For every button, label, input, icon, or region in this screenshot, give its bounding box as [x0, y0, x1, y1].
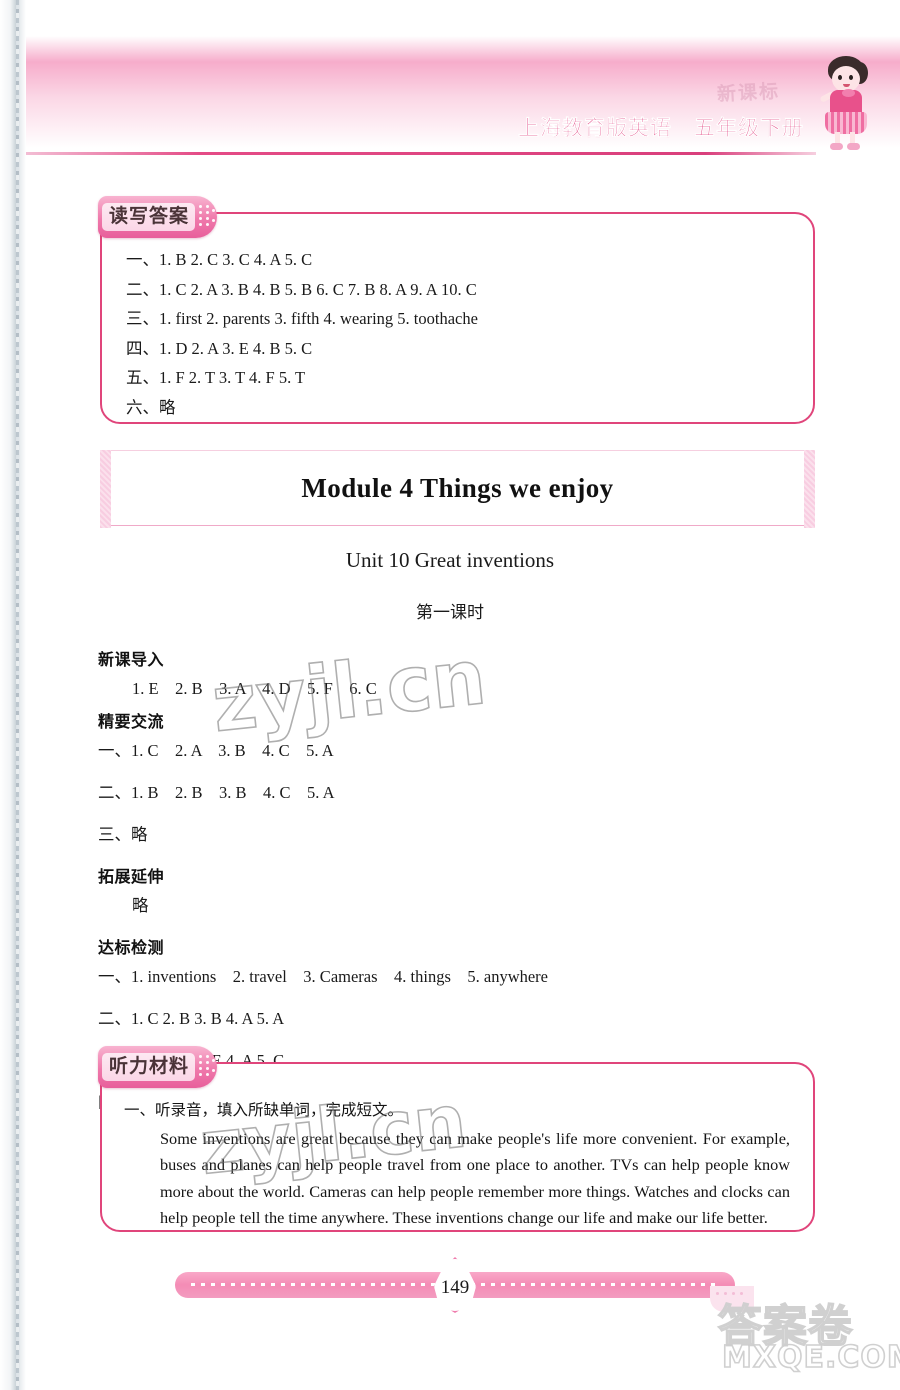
- answer-line: 二、1. B 2. B 3. B 4. C 5. A: [98, 783, 335, 802]
- answer-line: 六、略: [126, 397, 176, 417]
- lesson-title: 第一课时: [416, 603, 484, 623]
- answer-line: 二、1. C 2. A 3. B 4. B 5. B 6. C 7. B 8. …: [126, 279, 477, 299]
- section-heading: 新课导入: [98, 650, 165, 669]
- answer-line: 二、1. C 2. B 3. B 4. A 5. A: [98, 1009, 285, 1028]
- unit-title: Unit 10 Great inventions: [345, 548, 555, 572]
- page-title: 上海教育版英语 五年级下册: [518, 116, 804, 140]
- listening-passage: Some inventions are great because they c…: [160, 1129, 790, 1228]
- corner-dot-decoration: [710, 1286, 754, 1312]
- section-heading: 达标检测: [98, 938, 165, 957]
- corner-watermark-domain: MXQE.COM: [721, 1339, 900, 1376]
- section-heading: 拓展延伸: [98, 867, 165, 886]
- section-heading: 精要交流: [98, 712, 165, 731]
- answer-line: 四、1. D 2. A 3. E 4. B 5. C: [126, 338, 313, 358]
- answer-line: 一、1. inventions 2. travel 3. Cameras 4. …: [98, 967, 549, 986]
- badge-dots-icon: [195, 1046, 217, 1088]
- header-divider-rule: [26, 152, 816, 155]
- listening-question: 一、听录音，填入所缺单词，完成短文。: [124, 1101, 404, 1119]
- answer-line: 1. E 2. B 3. A 4. D 5. F 6. C: [132, 679, 377, 698]
- mascot-girl-icon: [812, 48, 882, 153]
- listening-material-badge-label: 听力材料: [102, 1052, 196, 1082]
- badge-dots-icon: [195, 196, 217, 238]
- answer-line: 三、略: [98, 825, 148, 844]
- reading-answers-panel: 一、1. B 2. C 3. C 4. A 5. C 二、1. C 2. A 3…: [100, 212, 815, 424]
- listening-material-badge: 听力材料: [98, 1046, 218, 1088]
- module-banner: Module 4 Things we enjoy: [100, 450, 815, 528]
- answer-line: 一、1. C 2. A 3. B 4. C 5. A: [98, 741, 334, 760]
- page-torn-edge: [0, 0, 26, 1390]
- answer-line: 一、1. B 2. C 3. C 4. A 5. C: [126, 250, 313, 269]
- reading-answers-badge-label: 读写答案: [102, 202, 196, 232]
- reading-answers-badge: 读写答案: [98, 196, 218, 238]
- module-title: Module 4 Things we enjoy: [301, 473, 614, 503]
- page-number: 149: [440, 1277, 470, 1298]
- answer-line: 三、1. first 2. parents 3. fifth 4. wearin…: [126, 309, 478, 328]
- answer-line: 五、1. F 2. T 3. T 4. F 5. T: [126, 368, 306, 387]
- answer-line: 略: [132, 896, 149, 915]
- header-ghost-text: 新课标: [716, 80, 781, 106]
- page-number-badge: 149: [433, 1257, 477, 1313]
- reading-answers-list: 一、1. B 2. C 3. C 4. A 5. C 二、1. C 2. A 3…: [126, 250, 796, 429]
